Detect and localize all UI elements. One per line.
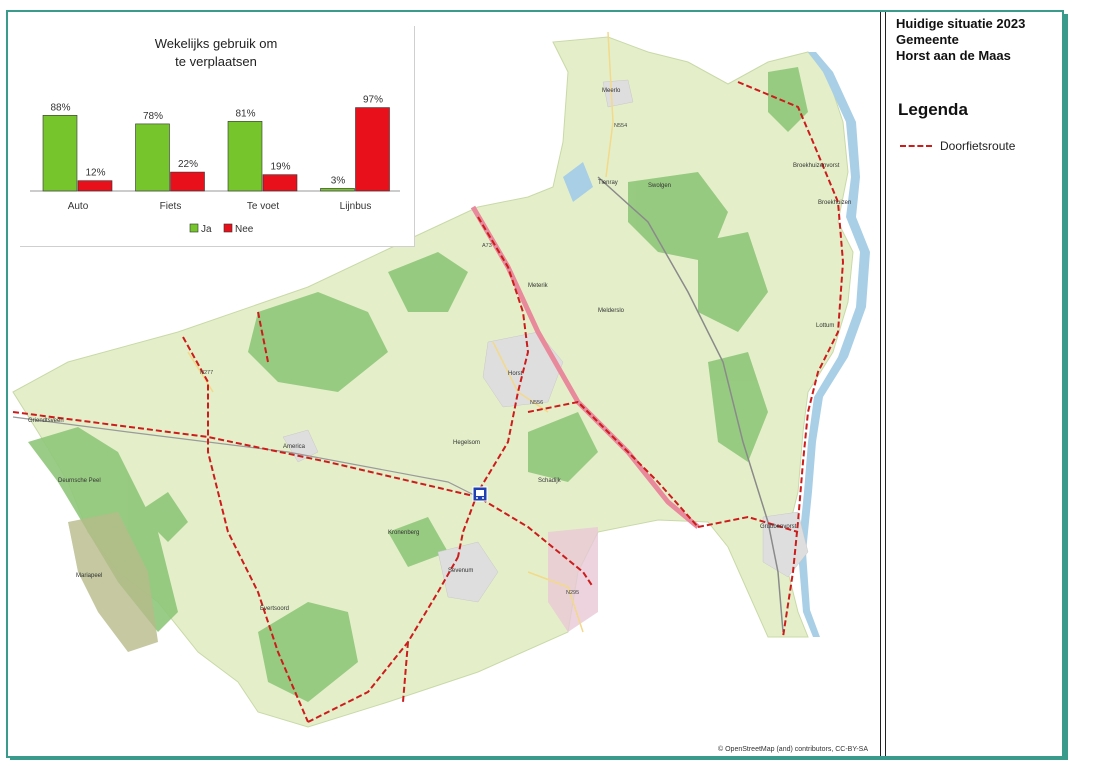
map-copyright: © OpenStreetMap (and) contributors, CC-B… (718, 746, 869, 753)
chart-panel: Wekelijks gebruik om te verplaatsen 88% 1… (20, 26, 415, 247)
bar-nee-auto (77, 180, 113, 192)
legend-swatch-ja (189, 223, 199, 233)
place-label: Mariapeel (76, 573, 102, 579)
data-label: 12% (85, 168, 105, 179)
bar-ja-auto (42, 115, 78, 192)
place-label: Horst (508, 371, 523, 377)
data-label: 88% (50, 102, 70, 113)
place-label: Sevenum (448, 568, 473, 574)
place-label: America (283, 444, 306, 450)
place-label: Lottum (816, 323, 834, 329)
legend-label: Doorfietsroute (940, 139, 1016, 153)
frame-shadow-right (1064, 14, 1068, 760)
map-title-line-1: Huidige situatie 2023 (896, 16, 1026, 31)
bar-ja-lijnbus (320, 188, 355, 192)
place-label: Meterik (528, 283, 549, 289)
map-title: Huidige situatie 2023 Gemeente Horst aan… (888, 16, 1025, 64)
chart-title-line-2: te verplaatsen (175, 54, 257, 69)
category-label: Auto (68, 201, 89, 212)
place-label: Broekhuizenvorst (793, 163, 840, 169)
data-label: 78% (143, 111, 163, 122)
map-area[interactable]: Meerlo Tienray Swolgen Broekhuizenvorst … (8, 12, 880, 756)
bus-station-icon[interactable] (472, 486, 488, 502)
place-label: Kronenberg (388, 530, 419, 536)
category-label: Lijnbus (340, 201, 372, 212)
road-label: N277 (200, 370, 213, 376)
category-label: Te voet (247, 201, 279, 212)
place-label: Melderslo (598, 308, 625, 314)
road-label: N554 (614, 123, 627, 129)
data-label: 19% (270, 162, 290, 173)
legend-label-nee: Nee (235, 224, 254, 235)
data-label: 97% (363, 95, 383, 106)
panel-divider-inner (885, 12, 886, 756)
road-label: N295 (566, 590, 579, 596)
category-label: Fiets (160, 201, 182, 212)
chart-bars: 88% 12% Auto 78% 22% Fiets 81% 19% Te voet 3% 97% L… (42, 95, 390, 212)
road-label: A73 (482, 243, 492, 249)
data-label: 3% (331, 175, 346, 186)
place-label: Hegelsom (453, 440, 480, 446)
bar-ja-te-voet (227, 121, 263, 192)
place-label: Evertsoord (260, 606, 289, 612)
legend-swatch-nee (223, 223, 233, 233)
chart-title-line-1: Wekelijks gebruik om (155, 36, 278, 51)
map-title-line-2: Gemeente (896, 32, 959, 47)
road-label: N556 (530, 400, 543, 406)
place-label: Griendtsveen (28, 418, 64, 424)
bar-nee-te-voet (262, 174, 298, 192)
place-label: Swolgen (648, 183, 671, 189)
place-label: Deurnsche Peel (58, 478, 101, 484)
legend-label-ja: Ja (201, 224, 212, 235)
data-label: 81% (235, 108, 255, 119)
legend-heading: Legenda (898, 100, 968, 119)
bar-nee-fiets (170, 171, 205, 192)
data-label: 22% (178, 159, 198, 170)
panel-divider (880, 12, 881, 756)
chart-legend: Ja Nee (189, 223, 254, 235)
place-label: Meerlo (602, 88, 621, 94)
bar-nee-lijnbus (355, 107, 390, 192)
place-label: Broekhuizen (818, 200, 851, 206)
place-label: Grubbenvorst (760, 524, 797, 530)
bar-chart: Wekelijks gebruik om te verplaatsen 88% 1… (30, 36, 400, 235)
dashed-line-swatch (900, 145, 932, 147)
place-label: Tienray (598, 180, 618, 186)
legend-item-doorfietsroute: Doorfietsroute (900, 139, 1015, 153)
place-label: Schadijk (538, 478, 562, 484)
map-title-line-3: Horst aan de Maas (896, 48, 1011, 63)
bar-ja-fiets (135, 123, 170, 192)
frame-shadow-bottom (10, 756, 1068, 760)
side-panel: Huidige situatie 2023 Gemeente Horst aan… (888, 14, 1058, 754)
